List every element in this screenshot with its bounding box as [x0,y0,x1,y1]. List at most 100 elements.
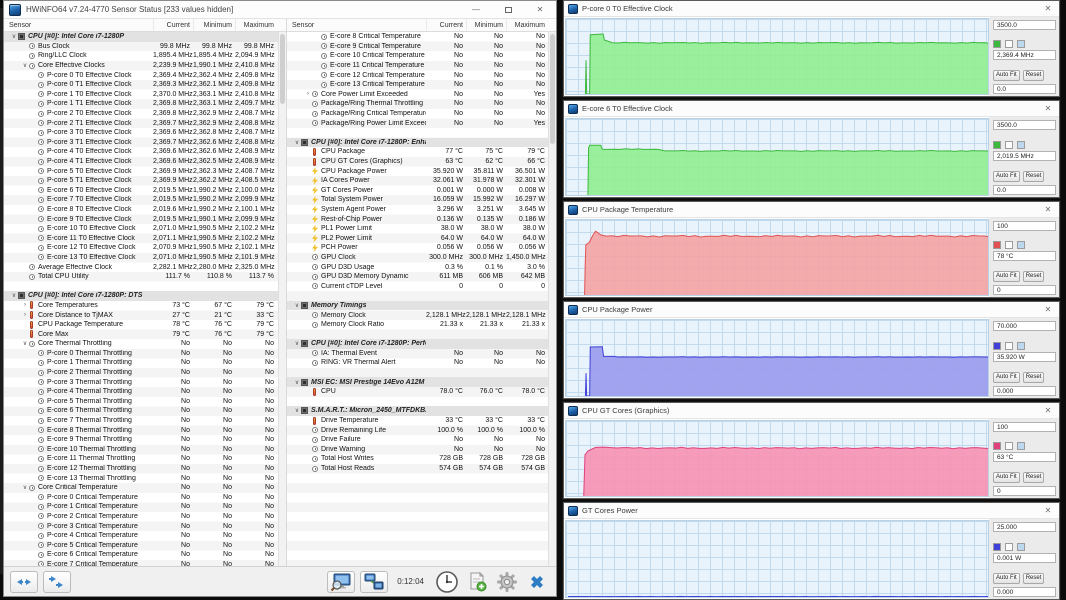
sensor-row[interactable]: P-core 3 T1 Effective Clock 2,369.7 MHz 2,… [4,138,286,148]
grid-color-swatch[interactable] [1017,442,1025,450]
sensor-row[interactable]: PL1 Power Limit 38.0 W 38.0 W 38.0 W [287,224,556,234]
sensor-row[interactable]: E-core 9 Critical Temperature No No No [287,42,556,52]
sensor-row[interactable]: E-core 13 T0 Effective Clock 2,071.0 MHz 1… [4,253,286,263]
scale-min-field[interactable]: 0.0 [993,185,1056,195]
collapse-arrow-icon[interactable]: ∨ [10,292,18,299]
graph-titlebar[interactable]: E-core 6 T0 Effective Clock ✕ [564,101,1059,117]
sensor-row[interactable]: Drive Temperature 33 °C 33 °C 33 °C [287,416,556,426]
report-add-button[interactable] [464,570,490,594]
reset-button[interactable]: Reset [1022,573,1045,584]
sensor-row[interactable]: ∨ S.M.A.R.T.: Micron_2450_MTFDKBA512TF... [287,406,556,416]
sensor-row[interactable]: System Agent Power 3.296 W 3.251 W 3.645 W [287,205,556,215]
sensor-row[interactable]: ∨ CPU [#0]: Intel Core i7-1280P [4,32,286,42]
reset-button[interactable]: Reset [1022,271,1045,282]
sensor-row[interactable]: P-core 3 Critical Temperature No No No [4,521,286,531]
background-color-swatch[interactable] [1005,140,1013,149]
sensor-row[interactable]: ∨ Memory Timings [287,300,556,311]
auto-fit-button[interactable]: Auto Fit [993,171,1020,182]
sensor-row[interactable]: E-core 9 Thermal Throttling No No No [4,435,286,445]
collapse-arrow-icon[interactable]: ∨ [293,139,301,146]
collapse-arrow-icon[interactable]: ∨ [293,407,301,414]
collapse-arrow-icon[interactable]: ∨ [21,484,29,491]
sensor-row[interactable]: P-core 1 Thermal Throttling No No No [4,358,286,368]
sensor-row[interactable]: P-core 3 T0 Effective Clock 2,369.6 MHz 2,… [4,128,286,138]
sensor-row[interactable]: PL2 Power Limit 64.0 W 64.0 W 64.0 W [287,233,556,243]
sensor-row[interactable]: E-core 13 Thermal Throttling No No No [4,473,286,483]
sensor-row[interactable]: CPU Package 77 °C 75 °C 79 °C [287,147,556,157]
series-color-swatch[interactable] [993,341,1001,350]
sensor-row[interactable]: Drive Remaining Life 100.0 % 100.0 % 100.0 … [287,425,556,435]
expand-arrow-icon[interactable]: › [21,302,29,308]
sensor-row[interactable]: Package/Ring Thermal Throttling No No No [287,99,556,109]
collapse-arrow-icon[interactable]: ∨ [10,33,18,40]
sensor-row[interactable]: P-core 5 T1 Effective Clock 2,369.9 MHz 2,… [4,176,286,186]
close-sensors-button[interactable] [524,570,550,594]
collapse-arrow-icon[interactable]: ∨ [21,62,29,69]
sensor-row[interactable]: ∨ CPU [#0]: Intel Core i7-1280P: DTS [4,291,286,301]
sensor-row[interactable]: Total Host Writes 728 GB 728 GB 728 GB [287,454,556,464]
sensor-row[interactable]: P-core 2 T0 Effective Clock 2,369.8 MHz 2,… [4,109,286,119]
sensor-row[interactable]: Average Effective Clock 2,282.1 MHz 2,280.… [4,262,286,272]
sensor-row[interactable]: E-core 6 Critical Temperature No No No [4,550,286,560]
background-color-swatch[interactable] [1005,341,1013,350]
sensor-row[interactable]: IA Cores Power 32.061 W 31.978 W 32.301 W [287,176,556,186]
sensor-row[interactable]: E-core 9 T0 Effective Clock 2,019.5 MHz 1,… [4,214,286,224]
grid-color-swatch[interactable] [1017,341,1025,350]
forward-arrows-button[interactable] [43,570,71,593]
graph-titlebar[interactable]: GT Cores Power ✕ [564,503,1059,519]
graph-titlebar[interactable]: CPU Package Temperature ✕ [564,202,1059,218]
sensor-row[interactable]: Current cTDP Level 0 0 0 [287,281,556,291]
sensor-row[interactable]: Bus Clock 99.8 MHz 99.8 MHz 99.8 MHz [4,42,286,52]
sensor-row[interactable]: ∨ Core Effective Clocks 2,239.9 MHz 1,990.1… [4,61,286,71]
sensor-row[interactable]: E-core 6 T0 Effective Clock 2,019.5 MHz 1,… [4,186,286,196]
background-color-swatch[interactable] [1005,241,1013,249]
column-header-maximum[interactable]: Maximum [506,19,548,31]
column-header-sensor[interactable]: Sensor [4,19,153,31]
sensor-row[interactable]: › Core Power Limit Exceeded No No Yes [287,90,556,100]
sensor-row[interactable]: ∨ MSI EC: MSI Prestige 14Evo A12M [287,377,556,387]
grid-color-swatch[interactable] [1017,542,1025,551]
sensor-row[interactable]: ∨ Core Thermal Throttling No No No [4,339,286,349]
column-header-current[interactable]: Current [426,19,466,31]
scale-max-field[interactable]: 3500.0 [993,120,1056,130]
close-icon[interactable]: ✕ [1037,205,1059,214]
sensor-row[interactable]: E-core 7 Critical Temperature No No No [4,560,286,566]
sensor-row[interactable]: E-core 11 Critical Temperature No No No [287,61,556,71]
scale-min-field[interactable]: 0 [993,486,1056,496]
background-color-swatch[interactable] [1005,442,1013,450]
sensor-row[interactable]: Memory Clock 2,128.1 MHz 2,128.1 MHz 2,128.… [287,310,556,320]
sensor-row[interactable]: P-core 0 T1 Effective Clock 2,369.3 MHz 2,… [4,80,286,90]
sensor-row[interactable]: E-core 8 Critical Temperature No No No [287,32,556,42]
reset-button[interactable]: Reset [1022,70,1045,81]
sensor-row[interactable]: E-core 11 T0 Effective Clock 2,071.1 MHz 1… [4,233,286,243]
sensor-row[interactable]: P-core 0 T0 Effective Clock 2,369.4 MHz 2,… [4,70,286,80]
column-header-sensor[interactable]: Sensor [287,19,426,31]
sensor-row[interactable]: P-core 3 Thermal Throttling No No No [4,377,286,387]
sensor-row[interactable]: P-core 5 Thermal Throttling No No No [4,397,286,407]
maximize-button[interactable] [492,1,524,18]
sensor-row[interactable]: › Core Distance to TjMAX 27 °C 21 °C 33 °C [4,310,286,320]
sensor-row[interactable]: P-core 4 T1 Effective Clock 2,369.6 MHz 2,… [4,157,286,167]
collapse-arrow-icon[interactable]: ∨ [293,302,301,309]
auto-fit-button[interactable]: Auto Fit [993,573,1020,584]
minimize-button[interactable]: — [460,1,492,18]
sensor-row[interactable]: Drive Warning No No No [287,445,556,455]
sensor-row[interactable]: CPU Package Power 35.920 W 35.811 W 36.501 … [287,166,556,176]
close-button[interactable]: ✕ [524,1,556,18]
sensor-row[interactable]: P-core 1 Critical Temperature No No No [4,502,286,512]
close-icon[interactable]: ✕ [1037,305,1059,314]
graph-titlebar[interactable]: P-core 0 T0 Effective Clock ✕ [564,1,1059,17]
scale-max-field[interactable]: 100 [993,221,1056,231]
auto-fit-button[interactable]: Auto Fit [993,372,1020,383]
grid-color-swatch[interactable] [1017,241,1025,249]
expand-arrow-icon[interactable]: › [304,91,312,97]
scale-min-field[interactable]: 0.000 [993,587,1056,597]
sensor-row[interactable]: P-core 2 T1 Effective Clock 2,369.7 MHz 2,… [4,118,286,128]
sensor-row[interactable]: ∨ CPU [#0]: Intel Core i7-1280P: Enhanced [287,137,556,148]
grid-color-swatch[interactable] [1017,140,1025,149]
sensor-row[interactable]: Total Host Reads 574 GB 574 GB 574 GB [287,464,556,474]
sensor-row[interactable]: Total System Power 16.059 W 15.992 W 16.297… [287,195,556,205]
sensor-row[interactable]: E-core 12 Critical Temperature No No No [287,70,556,80]
column-header-maximum[interactable]: Maximum [235,19,277,31]
settings-button[interactable] [494,570,520,594]
